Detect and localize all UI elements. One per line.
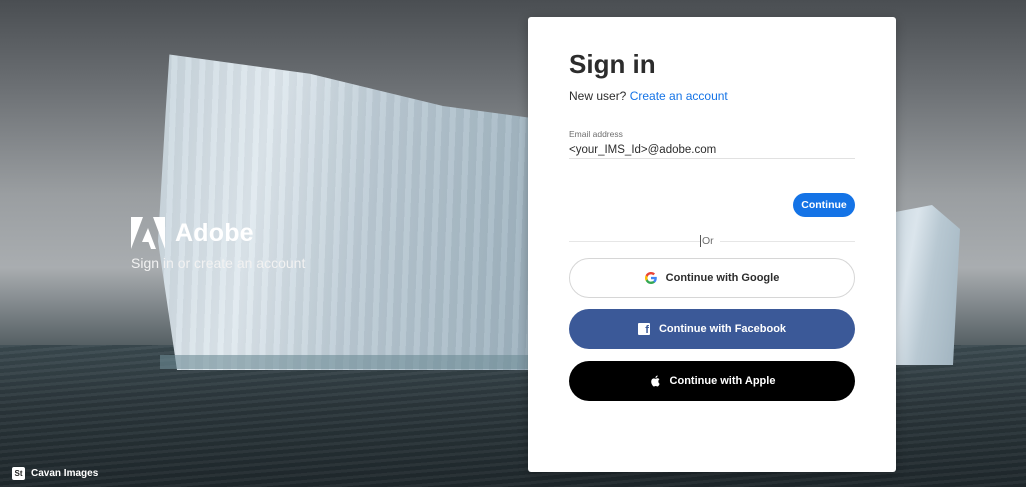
brand-block: Adobe Sign in or create an account xyxy=(131,217,305,271)
google-icon xyxy=(644,272,657,284)
new-user-text: New user? xyxy=(569,89,627,103)
iceberg-small-image xyxy=(890,205,960,365)
google-signin-label: Continue with Google xyxy=(665,272,780,284)
brand-name: Adobe xyxy=(175,218,254,247)
google-signin-button[interactable]: Continue with Google xyxy=(569,258,855,298)
signin-card: Sign in New user? Create an account Emai… xyxy=(528,17,896,472)
new-user-prompt: New user? Create an account xyxy=(569,89,728,103)
apple-icon xyxy=(650,375,660,387)
adobe-logo-icon xyxy=(131,217,165,249)
email-label: Email address xyxy=(569,129,623,139)
image-credit[interactable]: St Cavan Images xyxy=(12,467,98,480)
create-account-link[interactable]: Create an account xyxy=(630,89,728,103)
page-title: Sign in xyxy=(569,49,656,79)
apple-signin-label: Continue with Apple xyxy=(669,375,776,387)
iceberg-reflection xyxy=(160,355,530,369)
email-field[interactable] xyxy=(569,141,855,159)
facebook-signin-label: Continue with Facebook xyxy=(658,323,787,335)
or-label: Or xyxy=(700,235,720,247)
brand-tagline: Sign in or create an account xyxy=(131,255,306,271)
apple-signin-button[interactable]: Continue with Apple xyxy=(569,361,855,401)
facebook-icon: f xyxy=(637,323,650,336)
brand-row: Adobe xyxy=(131,217,305,249)
image-credit-text: Cavan Images xyxy=(31,468,99,479)
continue-button[interactable]: Continue xyxy=(793,193,855,217)
facebook-signin-button[interactable]: f Continue with Facebook xyxy=(569,309,855,349)
stock-badge-icon: St xyxy=(12,467,25,480)
